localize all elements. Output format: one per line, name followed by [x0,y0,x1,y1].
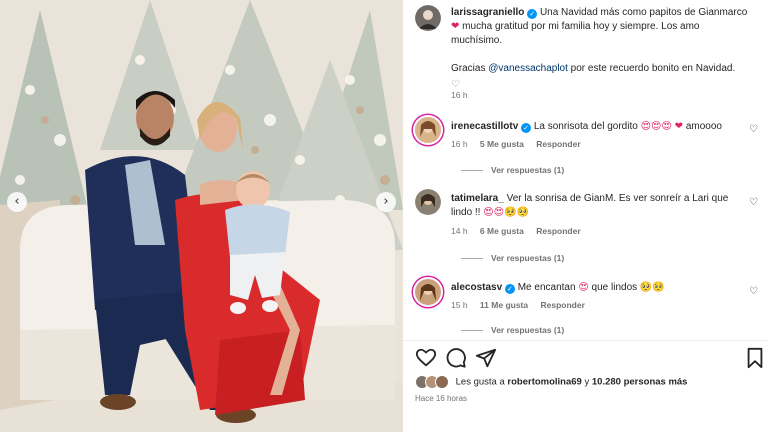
comment-username[interactable]: tatimelara_ [451,193,504,204]
divider [461,330,483,332]
author-avatar[interactable] [415,5,441,31]
likes-middle: y [584,376,590,388]
post-photo[interactable]: ‹ › [0,0,403,432]
comment-text: Ver la sonrisa de GianM. Es ver sonreír … [506,193,729,204]
comment-username[interactable]: alecostasv [451,282,502,293]
comment-text-tail: amoooo [685,121,722,132]
comment-item: tatimelara_ Ver la sonrisa de GianM. Es … [451,192,751,220]
caption-mention-link[interactable]: @vanessachaplot [488,63,568,74]
red-heart-icon: ❤ [674,121,684,132]
reply-button[interactable]: Responder [536,139,580,149]
commenter-avatar[interactable] [415,189,441,215]
view-replies-button[interactable]: Ver respuestas (1) [461,253,564,263]
comment-like-icon[interactable]: ♡ [749,197,758,208]
comment-text: La sonrisota del gordito [533,121,638,132]
pleading-emoji: 🥺🥺 [639,282,665,293]
bookmark-icon[interactable] [744,347,766,369]
view-replies-button[interactable]: Ver respuestas (1) [461,325,564,335]
commenter-avatar[interactable] [415,279,441,305]
chevron-right-icon[interactable]: › [376,192,396,212]
caption-thanks-post: por este recuerdo bonito en Navidad. [570,63,736,74]
comment-text-tail: que lindos [591,282,638,293]
comment-text: Me encantan [517,282,576,293]
caption-line-3: muchísimo. [451,35,503,46]
comment-meta: 14 h 6 Me gusta Responder [451,226,591,236]
comment-time: 16 h [451,139,468,149]
chevron-left-icon[interactable]: ‹ [7,192,27,212]
divider [461,258,483,260]
post-caption: larissagraniello ✓ Una Navidad más como … [451,6,751,92]
likes-prefix: Les gusta a [455,376,505,388]
caption-thanks-pre: Gracias [451,63,486,74]
comment-item: irenecastillotv ✓ La sonrisota del gordi… [451,120,751,134]
family-christmas-photo [0,0,403,432]
heart-eyes-emoji: 😍😍😍 [640,121,672,132]
verified-badge-icon: ✓ [521,123,532,133]
view-replies-button[interactable]: Ver respuestas (1) [461,165,564,175]
caption-time: 16 h [451,90,468,100]
comment-item: alecostasv ✓ Me encantan 😍 que lindos 🥺🥺 [451,281,751,295]
heart-outline-icon[interactable] [415,347,437,369]
comments-section[interactable]: larissagraniello ✓ Una Navidad más como … [403,0,768,340]
likes-user-link[interactable]: robertomolina69 [507,377,581,388]
post-time-ago: Hace 16 horas [415,394,468,403]
verified-badge-icon: ✓ [527,9,538,19]
comment-like-icon[interactable]: ♡ [749,286,758,297]
comment-like-icon[interactable]: ♡ [749,124,758,135]
caption-line-1: Una Navidad más como papitos de Gianmarc… [539,7,748,18]
paper-plane-icon[interactable] [475,347,497,369]
view-replies-label: Ver respuestas (1) [491,325,565,335]
comment-likes[interactable]: 5 Me gusta [480,139,524,149]
likes-summary[interactable]: Les gusta a robertomolina69 y 10.280 per… [415,375,687,389]
comment-meta: 16 h 5 Me gusta Responder [451,139,591,149]
comment-username[interactable]: irenecastillotv [451,121,518,132]
reply-button[interactable]: Responder [540,300,584,310]
view-replies-label: Ver respuestas (1) [491,165,565,175]
comment-meta: 15 h 11 Me gusta Responder [451,300,595,310]
verified-badge-icon: ✓ [504,284,515,294]
heart-eyes-emoji: 😍 [578,282,589,293]
caption-line-2: mucha gratitud por mi familia hoy y siem… [462,21,700,32]
author-username[interactable]: larissagraniello [451,7,524,18]
caption-heart-icon: ♡ [451,79,460,90]
comment-bubble-icon[interactable] [445,347,467,369]
comment-text-line-2: lindo !! [451,207,481,218]
view-replies-label: Ver respuestas (1) [491,253,565,263]
comment-likes[interactable]: 11 Me gusta [480,300,528,310]
emoji-group: 😍😍🥺🥺 [483,207,530,218]
post-side-panel: larissagraniello ✓ Una Navidad más como … [403,0,768,432]
likes-count-link[interactable]: 10.280 personas más [592,377,688,388]
reply-button[interactable]: Responder [536,226,580,236]
liker-avatars [415,375,449,389]
comment-likes[interactable]: 6 Me gusta [480,226,524,236]
comment-time: 15 h [451,300,468,310]
red-heart-icon: ❤ [451,21,460,32]
comment-time: 14 h [451,226,468,236]
commenter-avatar[interactable] [415,117,441,143]
divider [461,170,483,172]
